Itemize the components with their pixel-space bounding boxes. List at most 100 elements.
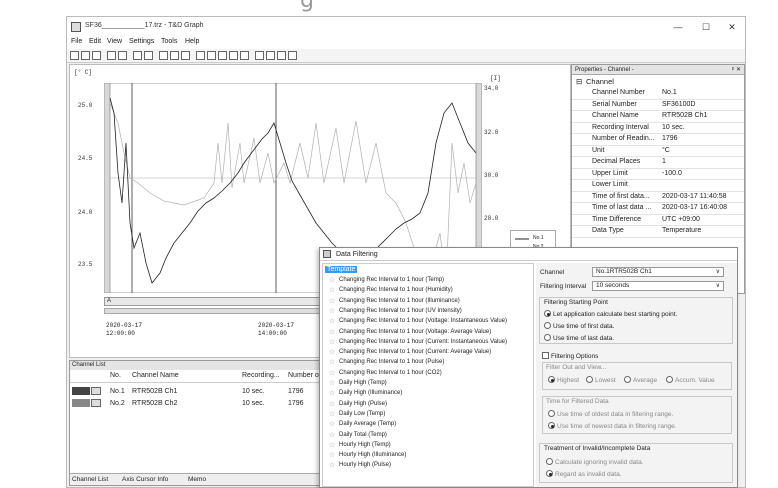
filter-icon[interactable] xyxy=(288,51,297,60)
report-icon[interactable] xyxy=(266,51,275,60)
tab-axis-cursor-info[interactable]: Axis Cursor Info xyxy=(122,476,168,483)
star-icon: ☆ xyxy=(329,277,336,284)
line-icon[interactable] xyxy=(218,51,227,60)
print-icon[interactable] xyxy=(92,51,101,60)
properties-section[interactable]: ⊟ Channel xyxy=(572,76,744,87)
filtering-options-checkbox[interactable]: Filtering Options xyxy=(542,352,598,360)
template-item[interactable]: ☆ Daily High (Pulse) xyxy=(329,401,387,408)
start-opt-last[interactable]: Use time of last data. xyxy=(544,334,614,342)
template-item[interactable]: ☆ Changing Rec Interval to 1 hour (Curren… xyxy=(329,339,507,346)
minimize-button[interactable]: — xyxy=(667,20,689,34)
template-item[interactable]: ☆ Changing Rec Interval to 1 hour (Curren… xyxy=(329,349,491,356)
row-no[interactable]: No.2 xyxy=(110,400,125,407)
copy-icon[interactable] xyxy=(118,51,127,60)
tab-channel-list[interactable]: Channel List xyxy=(72,476,108,483)
property-row[interactable]: Upper Limit -100.0 xyxy=(572,169,744,180)
template-item[interactable]: ☆ Hourly High (Temp) xyxy=(329,442,391,449)
start-opt-best[interactable]: Let application calculate best starting … xyxy=(544,310,677,318)
property-row[interactable]: Channel Number No.1 xyxy=(572,88,744,100)
col-recording[interactable]: Recording... xyxy=(242,372,280,379)
zoom-out-icon[interactable] xyxy=(170,51,179,60)
property-row[interactable]: Unit °C xyxy=(572,146,744,157)
property-row[interactable]: Serial Number SF36100D xyxy=(572,100,744,111)
row-no[interactable]: No.1 xyxy=(110,388,125,395)
template-item[interactable]: ☆ Changing Rec Interval to 1 hour (CO2) xyxy=(329,370,442,377)
property-row[interactable]: Number of Readin... 1796 xyxy=(572,134,744,146)
filter-opt-accum[interactable]: Accum. Value xyxy=(666,376,715,384)
rect-icon[interactable] xyxy=(229,51,238,60)
invalid-opt-regard[interactable]: Regard as invalid data. xyxy=(546,470,622,478)
menu-file[interactable]: File xyxy=(71,38,82,45)
row-num[interactable]: 1796 xyxy=(288,388,304,395)
collapse-icon[interactable]: ⊟ xyxy=(576,76,582,87)
menu-tools[interactable]: Tools xyxy=(161,38,177,45)
property-row[interactable]: Data Type Temperature xyxy=(572,226,744,238)
arrow-icon[interactable] xyxy=(207,51,216,60)
pin-close-icon[interactable]: ᵖ ✕ xyxy=(732,65,741,75)
row-name[interactable]: RTR502B Ch1 xyxy=(132,388,177,395)
template-item[interactable]: ☆ Daily Low (Temp) xyxy=(329,411,385,418)
zoom-in-icon[interactable] xyxy=(159,51,168,60)
fit-icon[interactable] xyxy=(181,51,190,60)
property-row[interactable]: Recording Interval 10 sec. xyxy=(572,123,744,134)
property-row[interactable]: Channel Name RTR502B Ch1 xyxy=(572,111,744,123)
template-item[interactable]: ☆ Daily Total (Temp) xyxy=(329,432,387,439)
property-row[interactable]: Lower Limit xyxy=(572,180,744,192)
start-opt-first[interactable]: Use time of first data. xyxy=(544,322,614,330)
row-name[interactable]: RTR502B Ch2 xyxy=(132,400,177,407)
template-item[interactable]: ☆ Daily Average (Temp) xyxy=(329,421,396,428)
filter-opt-highest[interactable]: Highest xyxy=(548,376,579,384)
property-row[interactable]: Time of first data... 2020-03-17 11:40:58 xyxy=(572,192,744,203)
properties-title: Properties - Channel - xyxy=(575,67,634,73)
channel-view-icon[interactable] xyxy=(91,387,101,395)
maximize-button[interactable]: ☐ xyxy=(695,20,717,34)
template-item[interactable]: ☆ Changing Rec Interval to 1 hour (Voltag… xyxy=(329,318,507,325)
interval-select[interactable]: 10 seconds ∨ xyxy=(592,281,724,291)
star-icon: ☆ xyxy=(329,390,336,398)
text-icon[interactable] xyxy=(196,51,205,60)
callout-icon[interactable] xyxy=(240,51,249,60)
star-icon: ☆ xyxy=(329,462,336,470)
template-item[interactable]: ☆ Changing Rec Interval to 1 hour (Pulse) xyxy=(329,359,444,366)
template-item[interactable]: ☆ Daily High (Temp) xyxy=(329,380,387,387)
filter-opt-average[interactable]: Average xyxy=(624,376,657,384)
col-channel-name[interactable]: Channel Name xyxy=(132,372,179,379)
window-icon[interactable] xyxy=(277,51,286,60)
template-item[interactable]: ☆ Changing Rec Interval to 1 hour (Voltag… xyxy=(329,329,491,336)
menu-edit[interactable]: Edit xyxy=(89,38,101,45)
time-opt-oldest[interactable]: Use time of oldest data in filtering ran… xyxy=(548,410,673,418)
channel-select[interactable]: No.1RTR502B Ch1 ∨ xyxy=(592,267,724,277)
template-item[interactable]: ☆ Changing Rec Interval to 1 hour (Illumi… xyxy=(329,298,460,305)
template-item[interactable]: ☆ Changing Rec Interval to 1 hour (UV Int… xyxy=(329,308,462,315)
col-number[interactable]: Number of xyxy=(288,372,321,379)
template-item[interactable]: ☆ Changing Rec Interval to 1 hour (Humidi… xyxy=(329,287,453,294)
table-icon[interactable] xyxy=(255,51,264,60)
redo-icon[interactable] xyxy=(144,51,153,60)
template-item[interactable]: ☆ Hourly High (Pulse) xyxy=(329,462,391,469)
property-row[interactable]: Time Difference UTC +09:00 xyxy=(572,215,744,226)
row-num[interactable]: 1796 xyxy=(288,400,304,407)
filter-opt-lowest[interactable]: Lowest xyxy=(586,376,616,384)
template-item[interactable]: ☆ Hourly High (Illuminance) xyxy=(329,452,406,459)
invalid-opt-ignore[interactable]: Calculate ignoring invalid data. xyxy=(546,458,644,466)
col-no[interactable]: No. xyxy=(110,372,121,379)
menu-settings[interactable]: Settings xyxy=(129,38,154,45)
template-root[interactable]: Template xyxy=(325,266,358,273)
row-rec[interactable]: 10 sec. xyxy=(242,388,265,395)
menu-help[interactable]: Help xyxy=(185,38,199,45)
star-icon: ☆ xyxy=(329,359,336,367)
time-opt-newest[interactable]: Use time of newest data in filtering ran… xyxy=(548,422,677,430)
tab-memo[interactable]: Memo xyxy=(188,476,206,483)
menu-view[interactable]: View xyxy=(107,38,122,45)
export-icon[interactable] xyxy=(107,51,116,60)
row-rec[interactable]: 10 sec. xyxy=(242,400,265,407)
property-row[interactable]: Time of last data ... 2020-03-17 16:40:08 xyxy=(572,203,744,215)
template-item[interactable]: ☆ Daily High (Illuminance) xyxy=(329,390,402,397)
open-icon[interactable] xyxy=(70,51,79,60)
property-row[interactable]: Decimal Places 1 xyxy=(572,157,744,169)
template-item[interactable]: ☆ Changing Rec Interval to 1 hour (Temp) xyxy=(329,277,444,284)
channel-view-icon[interactable] xyxy=(91,399,101,407)
save-icon[interactable] xyxy=(81,51,90,60)
close-button[interactable]: ✕ xyxy=(721,20,743,34)
undo-icon[interactable] xyxy=(133,51,142,60)
